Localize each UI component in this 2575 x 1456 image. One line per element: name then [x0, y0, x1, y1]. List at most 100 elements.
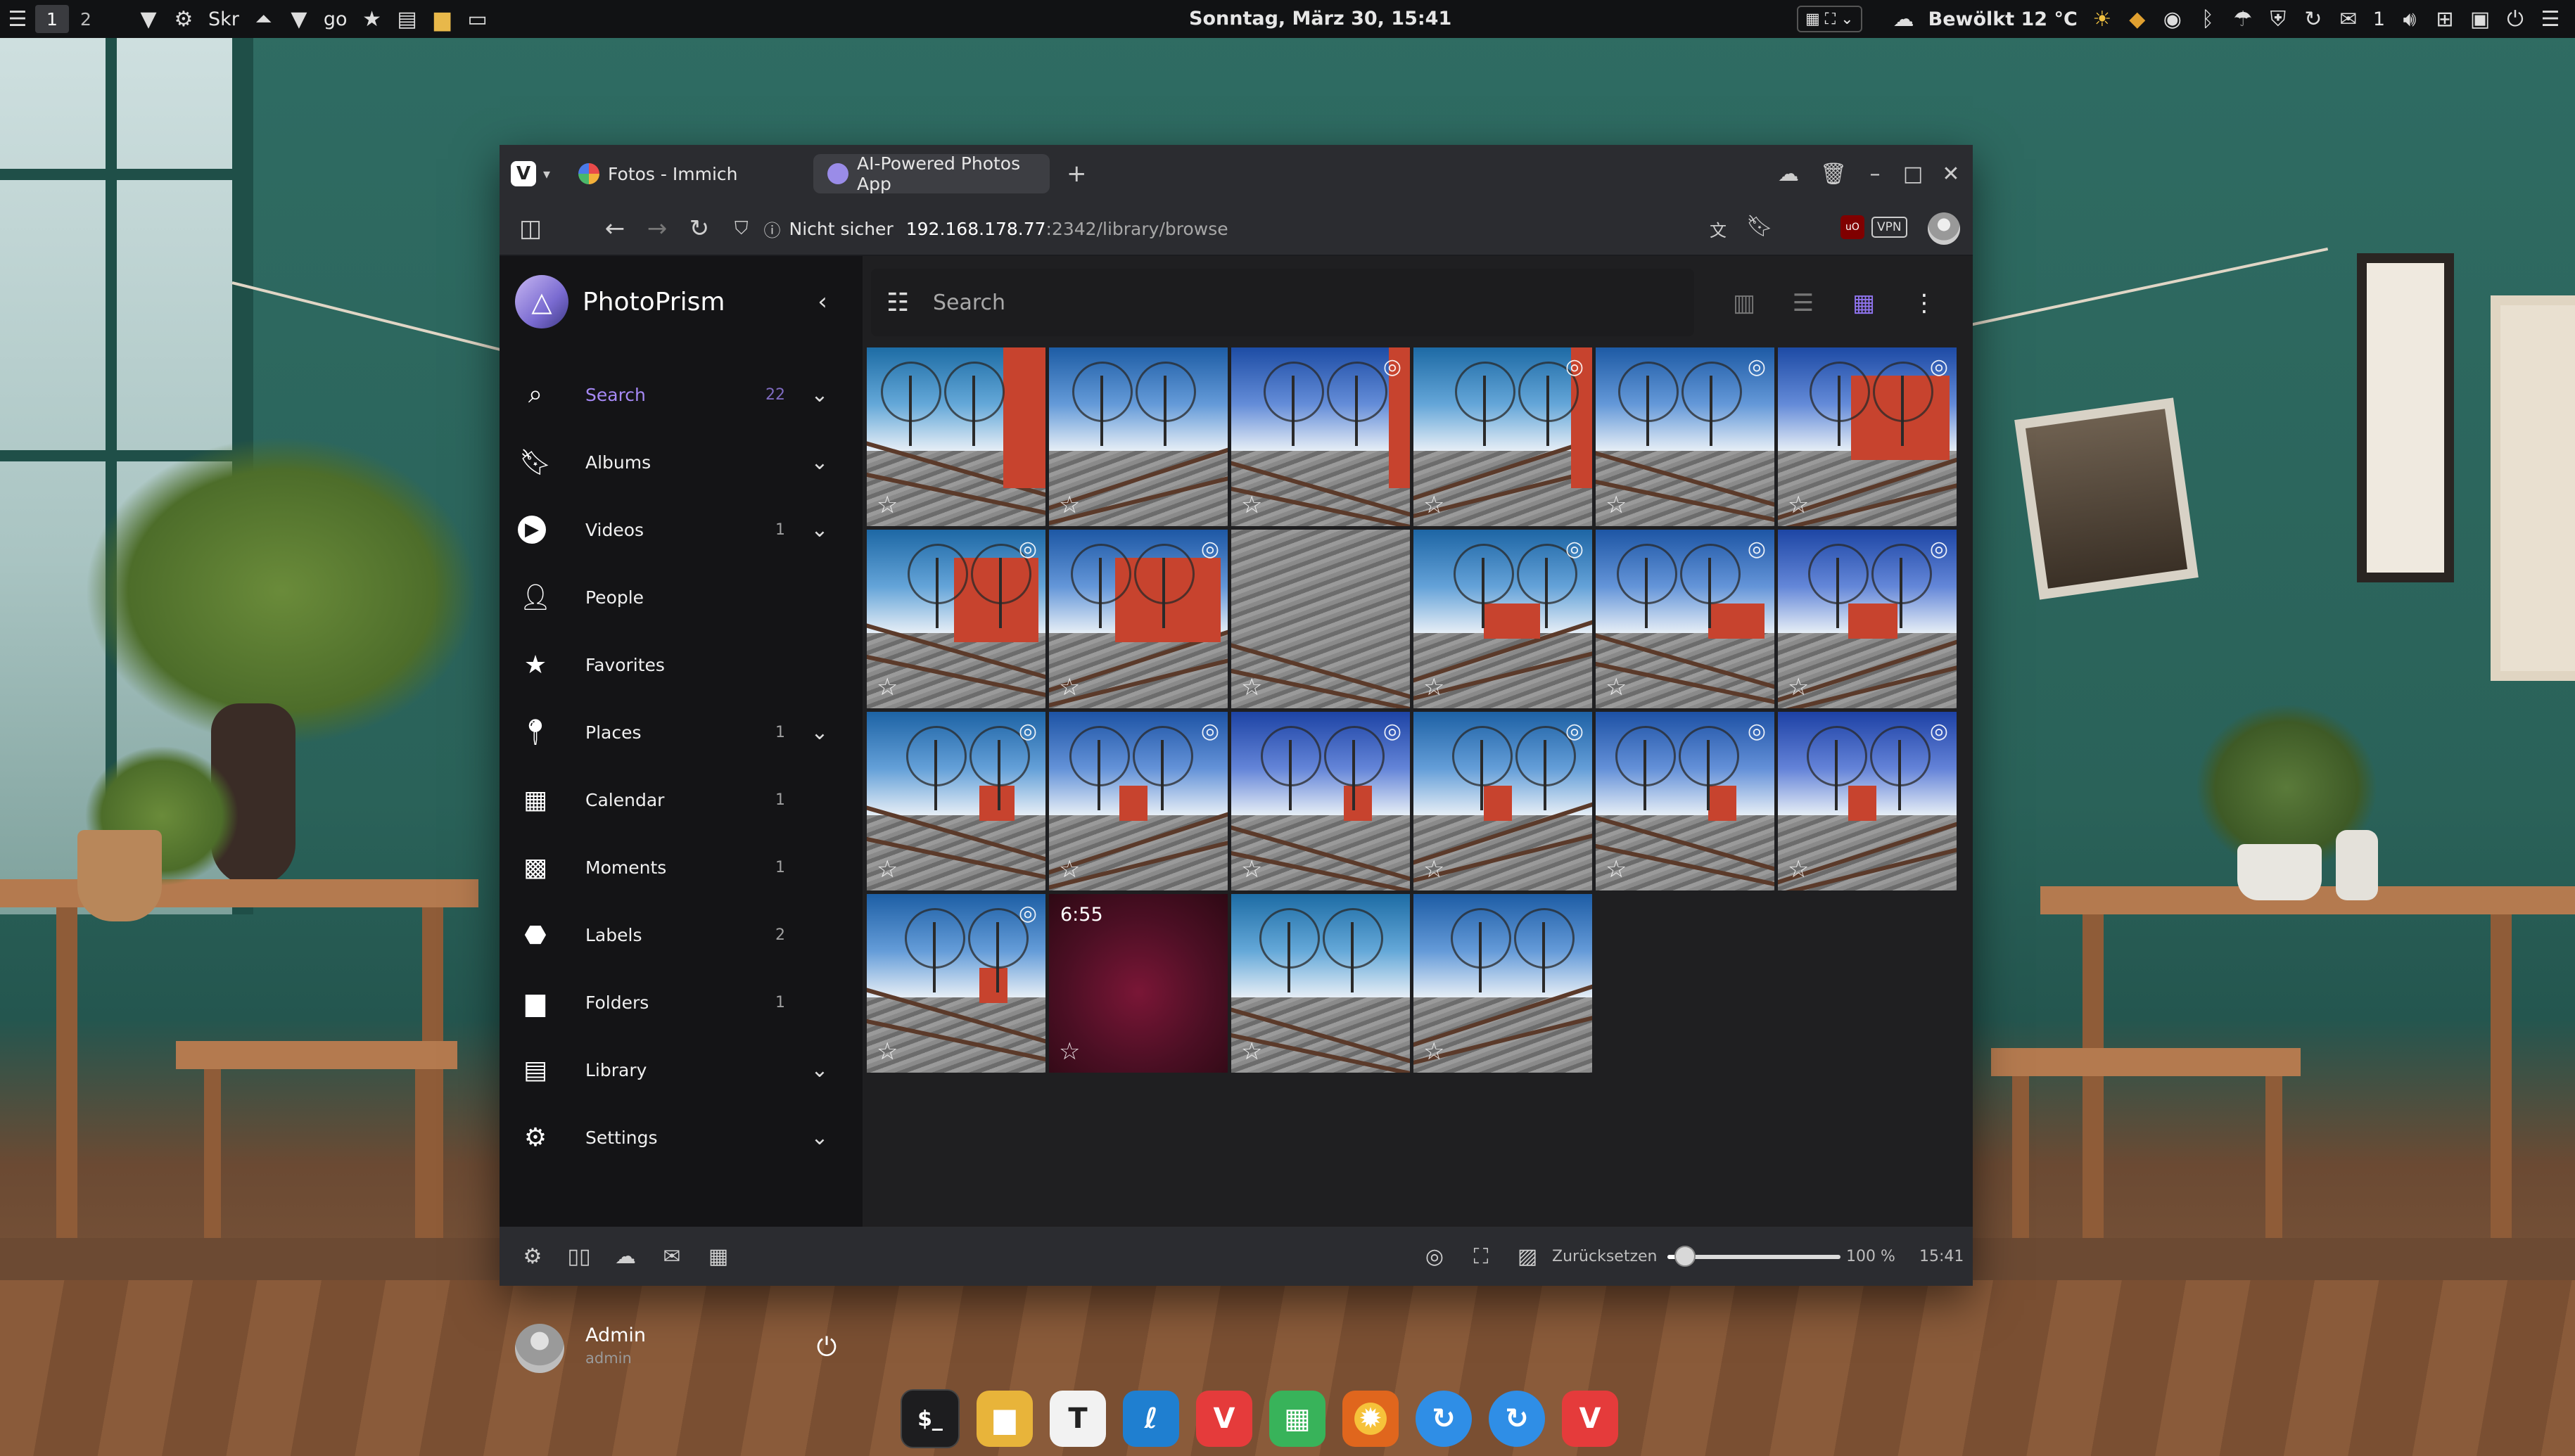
- volume-icon[interactable]: 🔊︎: [2392, 0, 2427, 38]
- network-icon[interactable]: ⊞: [2427, 0, 2462, 38]
- photo-thumbnail[interactable]: ◎ ☆: [1596, 347, 1774, 526]
- avatar[interactable]: [515, 1324, 564, 1373]
- photo-thumbnail[interactable]: ◎ ☆: [1413, 530, 1592, 708]
- workspace-2[interactable]: 2: [69, 5, 103, 33]
- maximize-button[interactable]: □: [1894, 162, 1932, 186]
- zoom-slider[interactable]: [1667, 1246, 1840, 1267]
- photo-thumbnail[interactable]: ◎ ☆: [1231, 347, 1410, 526]
- tab-photoprism[interactable]: AI-Powered Photos App: [813, 153, 1050, 194]
- tiling-icon[interactable]: ▯▯: [556, 1244, 602, 1269]
- forward-button[interactable]: →: [636, 215, 678, 243]
- sun-app-icon[interactable]: ✹: [1342, 1391, 1399, 1447]
- favorite-star-icon[interactable]: ☆: [1423, 855, 1444, 883]
- dropdown-icon[interactable]: ▼: [131, 0, 166, 38]
- weather-tray-icon[interactable]: ☂: [2225, 0, 2261, 38]
- favorite-star-icon[interactable]: ☆: [877, 855, 898, 883]
- sync-cloud-icon[interactable]: ☁: [1766, 162, 1811, 186]
- vivaldi-icon[interactable]: V: [1196, 1391, 1252, 1447]
- gear-icon[interactable]: ⚙: [166, 0, 201, 38]
- favorite-star-icon[interactable]: ☆: [877, 491, 898, 519]
- photo-thumbnail[interactable]: ◎ ☆: [1778, 712, 1957, 890]
- tab-menu-chevron-icon[interactable]: ▾: [543, 165, 550, 182]
- url-field[interactable]: ⛉ ⓘ Nicht sicher 192.168.178.77 :2342/li…: [735, 217, 1228, 241]
- security-label[interactable]: Nicht sicher: [789, 219, 894, 239]
- user-menu-icon[interactable]: ☰: [2533, 0, 2568, 38]
- menu-icon[interactable]: ☰: [0, 0, 35, 38]
- favorite-star-icon[interactable]: ☆: [1059, 673, 1080, 701]
- favorite-star-icon[interactable]: ☆: [877, 673, 898, 701]
- back-button[interactable]: ←: [594, 215, 636, 243]
- info-icon[interactable]: ⓘ: [764, 217, 781, 241]
- favorite-star-icon[interactable]: ☆: [1788, 855, 1809, 883]
- sync-app-icon[interactable]: ↻: [1416, 1391, 1472, 1447]
- chevron-down-icon[interactable]: ⌄: [802, 720, 837, 745]
- writer-icon[interactable]: ℓ: [1123, 1391, 1179, 1447]
- photo-thumbnail[interactable]: ☆: [1231, 530, 1410, 708]
- chevron-left-icon[interactable]: ‹: [803, 283, 841, 321]
- minimize-button[interactable]: –: [1856, 162, 1894, 186]
- dropdown-icon[interactable]: ▼: [281, 0, 317, 38]
- panel-toggle-icon[interactable]: ◫: [509, 215, 552, 243]
- chevron-down-icon[interactable]: ⌄: [802, 518, 837, 542]
- sidebar-item-folders[interactable]: ▆ Folders 1: [500, 969, 863, 1036]
- sidebar-item-albums[interactable]: 🔖︎ Albums ⌄: [500, 428, 863, 496]
- eye-icon[interactable]: ◉: [2155, 0, 2190, 38]
- screenshot-indicator[interactable]: ▦ ⛶ ⌄: [1797, 6, 1862, 32]
- image-toggle-icon[interactable]: ▨: [1504, 1244, 1551, 1269]
- filter-sliders-icon[interactable]: ☷: [886, 288, 919, 317]
- clock[interactable]: Sonntag, März 30, 15:41: [1189, 0, 1451, 38]
- sidebar-item-library[interactable]: ▤ Library ⌄: [500, 1036, 863, 1104]
- vivaldi-2-icon[interactable]: V: [1562, 1391, 1618, 1447]
- sidebar-item-places[interactable]: 📍︎ Places 1 ⌄: [500, 698, 863, 766]
- trash-icon[interactable]: 🗑︎: [1811, 162, 1856, 186]
- photo-thumbnail[interactable]: ◎ ☆: [867, 712, 1045, 890]
- translate-icon[interactable]: 文: [1710, 217, 1727, 241]
- power-icon[interactable]: ⏻: [2498, 0, 2533, 38]
- settings-cog-icon[interactable]: ⚙: [509, 1244, 556, 1269]
- clipboard-icon[interactable]: ▣: [2462, 0, 2498, 38]
- favorite-star-icon[interactable]: ☆: [1241, 855, 1262, 883]
- sidebar-item-settings[interactable]: ⚙ Settings ⌄: [500, 1104, 863, 1171]
- view-cards-icon[interactable]: ▥: [1727, 286, 1762, 321]
- bookmark-icon[interactable]: 🔖︎: [1746, 214, 1773, 238]
- search-input[interactable]: [932, 289, 1568, 316]
- photo-thumbnail[interactable]: ◎ ☆: [867, 894, 1045, 1073]
- reset-zoom-button[interactable]: Zurücksetzen: [1552, 1248, 1658, 1265]
- photo-thumbnail[interactable]: ◎ ☆: [1049, 712, 1228, 890]
- app-label[interactable]: Skr: [208, 8, 239, 30]
- favorite-star-icon[interactable]: ☆: [1241, 491, 1262, 519]
- favorite-star-icon[interactable]: ☆: [1059, 1037, 1080, 1066]
- photo-thumbnail[interactable]: ◎ ☆: [1413, 347, 1592, 526]
- photo-thumbnail[interactable]: ◎ ☆: [1596, 712, 1774, 890]
- zoom-slider-thumb[interactable]: [1674, 1246, 1696, 1267]
- view-list-icon[interactable]: ☰: [1786, 286, 1821, 321]
- capture-icon[interactable]: ◎: [1411, 1244, 1458, 1269]
- favorite-star-icon[interactable]: ☆: [1241, 673, 1262, 701]
- photo-thumbnail[interactable]: ◎ ☆: [1778, 530, 1957, 708]
- photo-thumbnail[interactable]: ◎ ☆: [1596, 530, 1774, 708]
- new-tab-button[interactable]: +: [1067, 160, 1087, 188]
- window-icon[interactable]: ▭: [460, 0, 495, 38]
- ublock-icon[interactable]: uO: [1840, 215, 1864, 239]
- chevron-down-icon[interactable]: ⌄: [802, 1125, 837, 1150]
- photoprism-logo-icon[interactable]: △: [515, 275, 568, 328]
- photo-thumbnail[interactable]: ◎ ☆: [1231, 712, 1410, 890]
- favorite-star-icon[interactable]: ☆: [1606, 491, 1627, 519]
- photo-thumbnail[interactable]: ◎ ☆: [1049, 530, 1228, 708]
- favorite-star-icon[interactable]: ☆: [1423, 491, 1444, 519]
- sun-icon[interactable]: ☀: [2085, 0, 2120, 38]
- chevron-down-icon[interactable]: ⌄: [802, 1058, 837, 1083]
- notification-icon[interactable]: ✉: [2331, 0, 2366, 38]
- sidebar-item-search[interactable]: ⌕ Search 22 ⌄: [500, 361, 863, 428]
- folder-icon[interactable]: ▆: [425, 0, 460, 38]
- favorite-star-icon[interactable]: ☆: [1606, 855, 1627, 883]
- logout-power-icon[interactable]: ⏻: [809, 1330, 844, 1365]
- favorite-star-icon[interactable]: ☆: [1788, 491, 1809, 519]
- favorite-star-icon[interactable]: ☆: [1423, 1037, 1444, 1066]
- favorite-star-icon[interactable]: ☆: [1059, 855, 1080, 883]
- photo-thumbnail[interactable]: ◎ ☆: [1413, 712, 1592, 890]
- file-icon[interactable]: ▤: [390, 0, 425, 38]
- vpn-button[interactable]: VPN: [1871, 217, 1907, 238]
- close-button[interactable]: ✕: [1932, 162, 1970, 186]
- sidebar-item-calendar[interactable]: ▦ Calendar 1: [500, 766, 863, 834]
